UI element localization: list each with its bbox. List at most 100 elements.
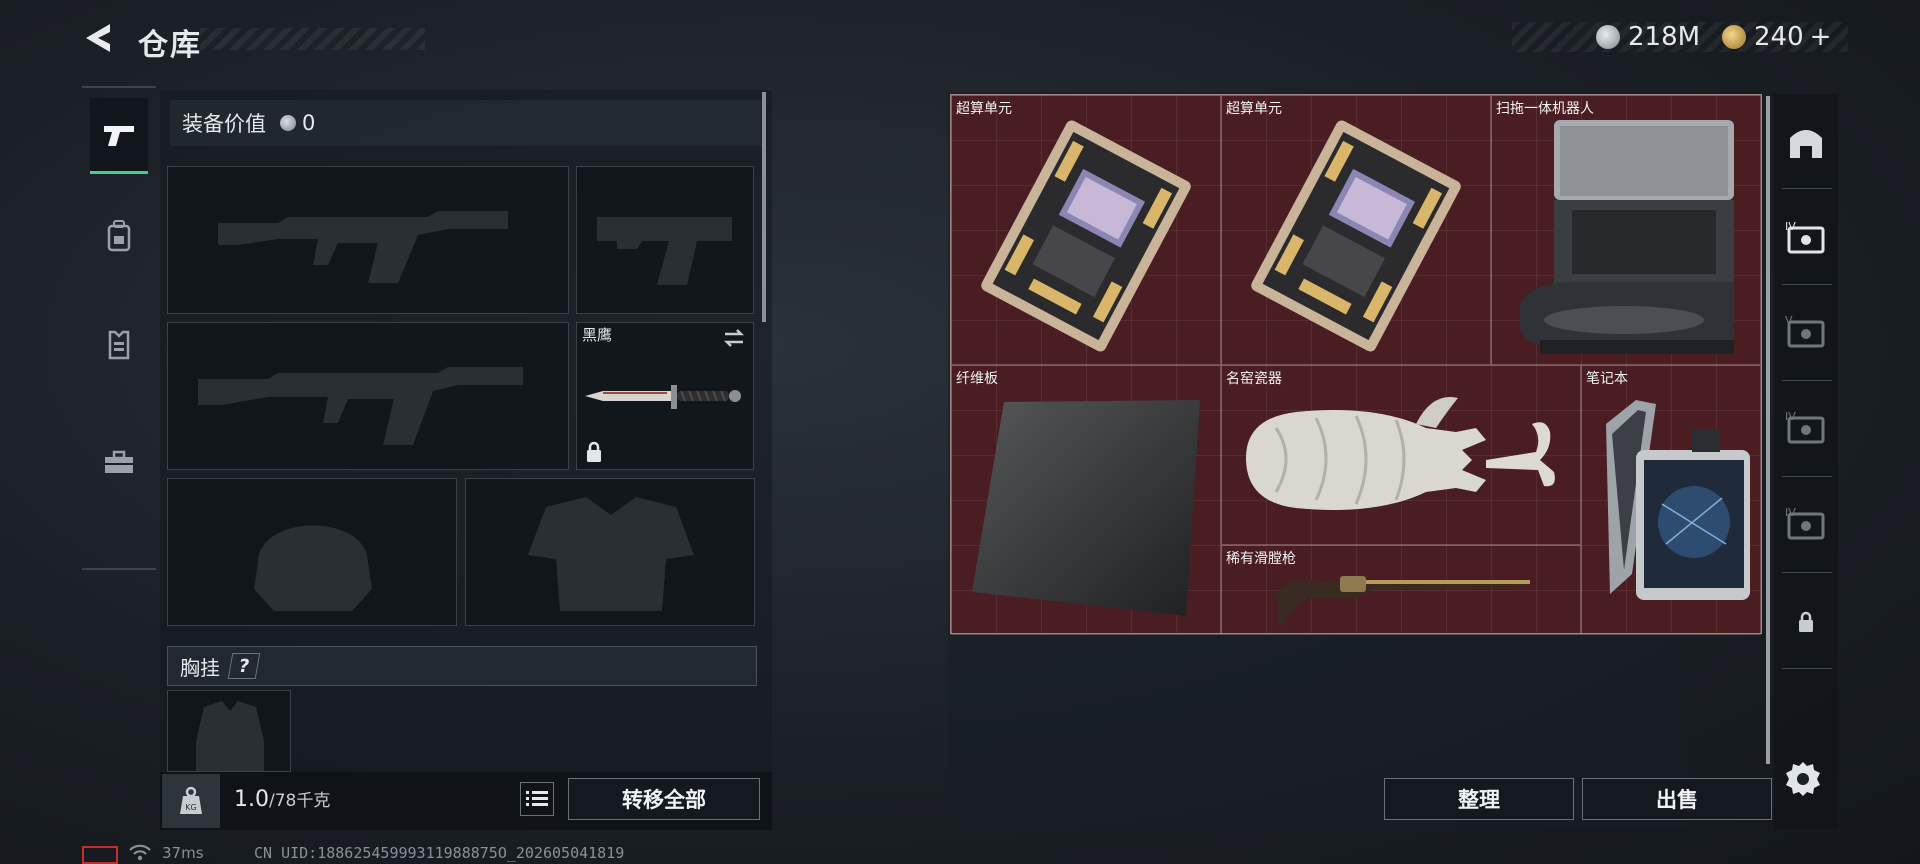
equipment-value-row: 装备价值 0 bbox=[170, 100, 766, 146]
chest-rig-header: 胸挂 ? bbox=[167, 646, 757, 686]
tab-divider bbox=[1782, 572, 1832, 573]
swap-icon[interactable] bbox=[721, 327, 747, 349]
sidearm-slot[interactable] bbox=[576, 166, 754, 314]
tab-case-iv[interactable]: IV bbox=[1780, 398, 1832, 458]
tab-case-iv[interactable]: IV bbox=[1780, 494, 1832, 554]
network-ping: 37ms bbox=[162, 844, 204, 862]
sell-button[interactable]: 出售 bbox=[1582, 778, 1772, 820]
chest-rig-label: 胸挂 bbox=[180, 655, 220, 680]
tab-case-iv[interactable]: IV bbox=[1780, 208, 1832, 268]
tab-case-v[interactable]: V bbox=[1780, 302, 1832, 362]
knife-image bbox=[585, 385, 741, 409]
laptop-image bbox=[1606, 400, 1750, 600]
weight-lock-button[interactable]: KG bbox=[162, 774, 220, 828]
tab-divider bbox=[1782, 188, 1832, 189]
tab-toolbox[interactable] bbox=[90, 424, 148, 500]
page-title: 仓库 bbox=[138, 28, 202, 63]
transfer-all-button[interactable]: 转移全部 bbox=[568, 778, 760, 820]
tab-locked-slot[interactable] bbox=[1780, 592, 1832, 652]
storage-item[interactable]: 扫拖一体机器人 bbox=[1491, 95, 1761, 365]
tab-weapons[interactable] bbox=[90, 98, 148, 174]
item-name: 笔记本 bbox=[1586, 371, 1628, 387]
storage-item[interactable]: 稀有滑膛枪 bbox=[1221, 545, 1581, 635]
gold-amount: 240 bbox=[1754, 22, 1804, 52]
backpack-icon bbox=[107, 220, 131, 252]
list-view-button[interactable] bbox=[520, 782, 554, 816]
gold-add-button[interactable]: + bbox=[1810, 22, 1832, 52]
equipment-value-amount: 0 bbox=[302, 111, 316, 135]
lock-icon bbox=[1799, 611, 1813, 632]
fiberboard-image bbox=[972, 400, 1200, 616]
case-v-icon: V bbox=[1785, 314, 1825, 348]
lock-icon bbox=[587, 441, 601, 462]
equipment-value-label: 装备价值 bbox=[182, 112, 266, 136]
cabin-icon bbox=[1790, 130, 1822, 158]
tab-divider bbox=[1782, 284, 1832, 285]
storage-item[interactable]: 超算单元 bbox=[951, 95, 1221, 365]
help-button[interactable]: ? bbox=[227, 653, 261, 679]
body-armor-slot[interactable] bbox=[465, 478, 755, 626]
battery-icon bbox=[82, 846, 118, 864]
tab-backpack[interactable] bbox=[90, 198, 148, 274]
tab-divider bbox=[1782, 380, 1832, 381]
gold-currency[interactable]: 240 + bbox=[1722, 22, 1831, 52]
pistol-icon bbox=[104, 125, 134, 146]
weight-capacity: /78千克 bbox=[269, 791, 331, 811]
tab-divider bbox=[1782, 476, 1832, 477]
svg-text:IV: IV bbox=[1785, 410, 1796, 423]
secondary-weapon-slot[interactable] bbox=[167, 322, 569, 470]
toolbox-icon bbox=[105, 450, 133, 473]
silver-currency: 218M bbox=[1596, 22, 1700, 52]
weight-icon: KG bbox=[180, 786, 202, 814]
chest-rig-silhouette-icon bbox=[196, 701, 264, 771]
storage-item[interactable]: 超算单元 bbox=[1221, 95, 1491, 365]
back-arrow-icon bbox=[86, 24, 110, 52]
robot-vacuum-image bbox=[1520, 120, 1734, 354]
tab-cabin[interactable] bbox=[1780, 112, 1832, 172]
storage-grid: 超算单元 超算单元 扫拖一体机器人 纤维板 名窑瓷器 稀有滑膛枪 笔记本 bbox=[950, 94, 1762, 635]
vest-icon bbox=[108, 330, 130, 360]
tab-armor[interactable] bbox=[90, 306, 148, 382]
case-iv-icon: IV bbox=[1785, 506, 1825, 540]
weight-current: 1.0 bbox=[234, 787, 269, 812]
case-iv-icon: IV bbox=[1785, 410, 1825, 444]
helmet-silhouette-icon bbox=[254, 525, 372, 611]
chest-rig-slot[interactable] bbox=[167, 690, 291, 772]
rifle-silhouette-icon bbox=[198, 367, 523, 445]
primary-weapon-slot[interactable] bbox=[167, 166, 569, 314]
svg-text:IV: IV bbox=[1785, 220, 1796, 233]
storage-tab-column bbox=[1774, 94, 1838, 830]
silver-coin-icon bbox=[1596, 25, 1620, 49]
title-decoration bbox=[200, 28, 425, 50]
carry-weight: 1.0/78千克 bbox=[234, 786, 330, 812]
storage-item[interactable]: 纤维板 bbox=[951, 365, 1221, 635]
helmet-slot[interactable] bbox=[167, 478, 457, 626]
loadout-scrollbar[interactable] bbox=[762, 92, 766, 322]
pistol-silhouette-icon bbox=[597, 217, 732, 285]
musket-image bbox=[1274, 576, 1530, 626]
svg-text:V: V bbox=[1785, 314, 1793, 327]
settings-gear-icon[interactable] bbox=[1784, 760, 1822, 798]
wifi-icon bbox=[129, 844, 151, 861]
svg-text:IV: IV bbox=[1785, 506, 1796, 519]
case-iv-icon: IV bbox=[1785, 220, 1825, 254]
compute-unit-image bbox=[1251, 120, 1461, 352]
storage-scrollbar[interactable] bbox=[1766, 96, 1770, 764]
rifle-silhouette-icon bbox=[218, 211, 508, 283]
storage-item[interactable]: 名窑瓷器 bbox=[1221, 365, 1581, 545]
back-button[interactable] bbox=[80, 18, 120, 58]
item-name: 纤维板 bbox=[956, 371, 998, 387]
list-icon bbox=[526, 791, 548, 806]
melee-weapon-name: 黑鹰 bbox=[582, 326, 613, 344]
porcelain-vase-image bbox=[1246, 397, 1555, 510]
svg-text:KG: KG bbox=[185, 803, 196, 812]
silver-coin-icon bbox=[280, 115, 296, 131]
gold-coin-icon bbox=[1722, 25, 1746, 49]
item-name: 名窑瓷器 bbox=[1226, 371, 1282, 387]
player-uid: CN UID:18862545999311988875O_20260504181… bbox=[254, 844, 625, 862]
tab-divider bbox=[1782, 668, 1832, 669]
organize-button[interactable]: 整理 bbox=[1384, 778, 1574, 820]
compute-unit-image bbox=[981, 120, 1191, 352]
loadout-tab-column bbox=[82, 86, 156, 570]
storage-item[interactable]: 笔记本 bbox=[1581, 365, 1761, 635]
